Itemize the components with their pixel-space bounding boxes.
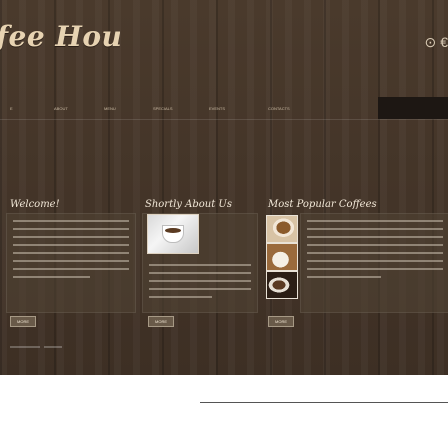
nav-item-menu[interactable]: MENU bbox=[104, 106, 116, 111]
welcome-title: Welcome! bbox=[10, 199, 60, 210]
header-icons: ⊙ € bbox=[424, 34, 448, 51]
about-image bbox=[147, 214, 199, 254]
coffee-thumb-1[interactable] bbox=[266, 215, 298, 243]
wood-background bbox=[0, 0, 448, 375]
page-bottom bbox=[0, 376, 448, 437]
footer-link[interactable] bbox=[10, 346, 40, 348]
cart-icon[interactable]: € bbox=[440, 34, 448, 51]
coffee-thumb-3[interactable] bbox=[266, 271, 298, 299]
nav-item-about[interactable]: ABOUT bbox=[54, 106, 68, 111]
coffees-text-block bbox=[300, 213, 448, 313]
nav-item-home[interactable]: E bbox=[10, 106, 13, 111]
coffee-cup-icon bbox=[162, 225, 184, 243]
about-more-button[interactable]: more bbox=[148, 316, 174, 327]
search-icon[interactable]: ⊙ bbox=[424, 34, 436, 51]
about-title: Shortly About Us bbox=[145, 199, 232, 210]
coffees-more-button[interactable]: more bbox=[268, 316, 294, 327]
welcome-more-button[interactable]: more bbox=[10, 316, 36, 327]
welcome-text-block bbox=[6, 213, 136, 313]
nav-divider bbox=[0, 119, 448, 120]
nav-item-contacts[interactable]: CONTACTS bbox=[268, 106, 290, 111]
nav-item-events[interactable]: EVENTS bbox=[209, 106, 225, 111]
site-logo[interactable]: fee House bbox=[0, 20, 120, 56]
footer-link[interactable] bbox=[44, 346, 62, 348]
main-nav: E ABOUT MENU SPECIALS EVENTS CONTACTS bbox=[0, 96, 448, 120]
logo-text: fee House bbox=[0, 20, 120, 53]
bottom-divider bbox=[200, 402, 448, 403]
popular-coffees-title: Most Popular Coffees bbox=[268, 199, 377, 210]
coffee-thumb-2[interactable] bbox=[266, 243, 298, 271]
nav-item-specials[interactable]: SPECIALS bbox=[153, 106, 173, 111]
